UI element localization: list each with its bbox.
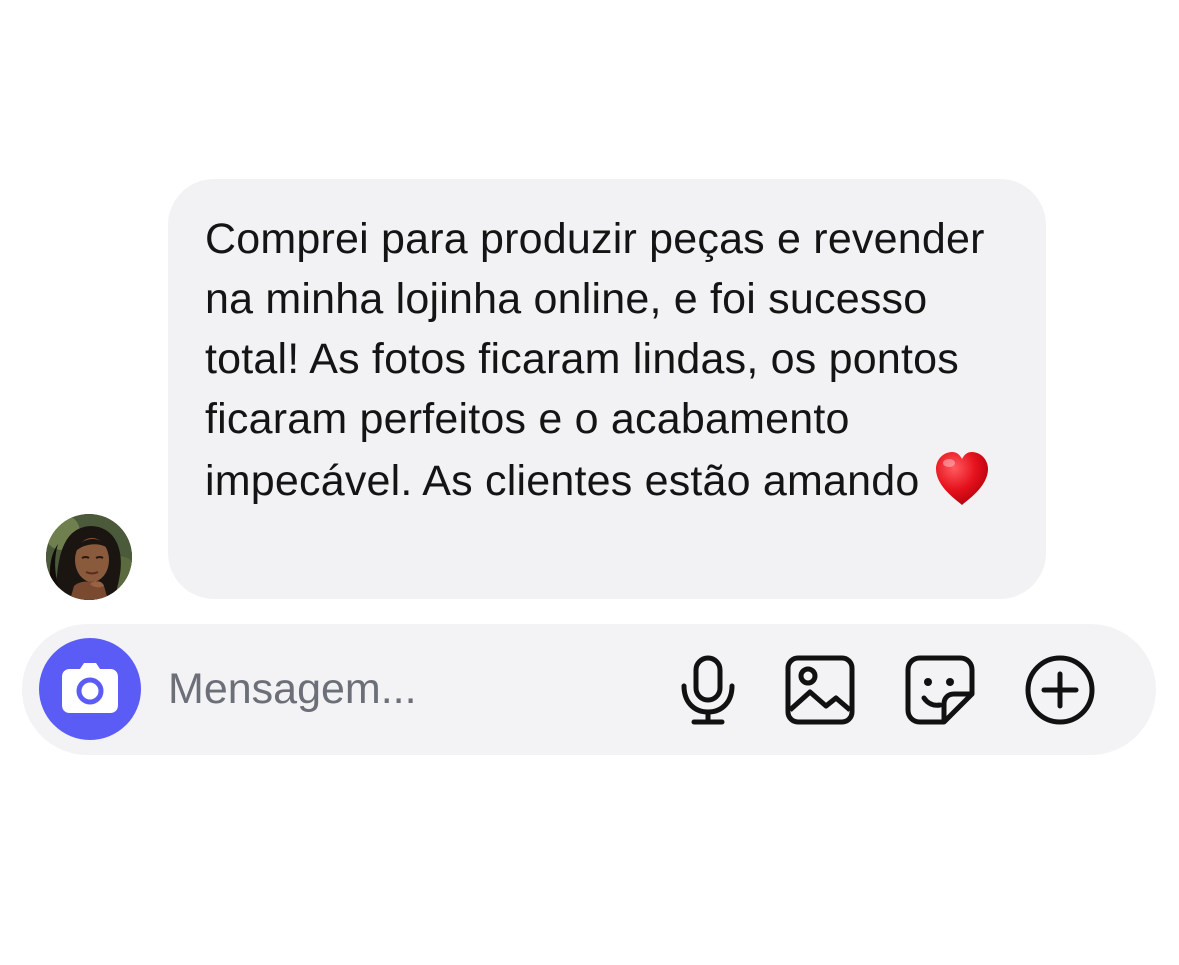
heart-emoji xyxy=(935,452,988,505)
camera-button[interactable] xyxy=(39,638,141,740)
message-text: Comprei para produzir peças e revender n… xyxy=(205,209,1010,511)
image-icon[interactable] xyxy=(784,654,856,726)
chat-screen: Comprei para produzir peças e revender n… xyxy=(0,0,1179,965)
microphone-icon[interactable] xyxy=(672,654,744,726)
message-composer xyxy=(22,624,1156,755)
message-body: Comprei para produzir peças e revender n… xyxy=(205,215,985,505)
message-input[interactable] xyxy=(168,654,648,724)
plus-circle-icon[interactable] xyxy=(1024,654,1096,726)
sticker-icon[interactable] xyxy=(904,654,976,726)
avatar[interactable] xyxy=(46,514,132,600)
camera-icon xyxy=(62,663,118,713)
message-bubble[interactable]: Comprei para produzir peças e revender n… xyxy=(168,179,1046,599)
avatar-image xyxy=(46,514,132,600)
